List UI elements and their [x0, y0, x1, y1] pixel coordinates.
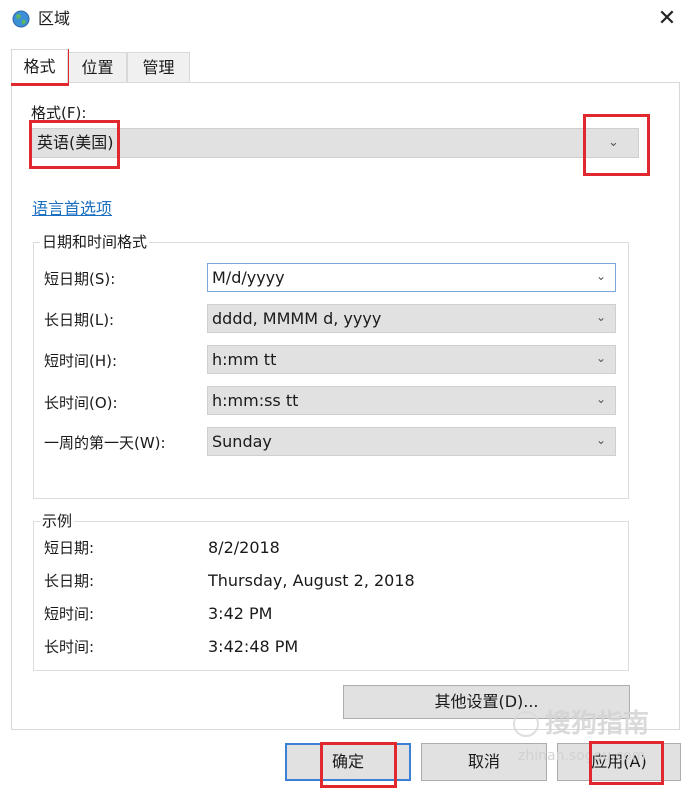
globe-icon	[11, 9, 31, 29]
short-time-label: 短时间(H):	[44, 352, 118, 370]
example-long-time-label: 长时间:	[44, 638, 95, 656]
first-day-of-week-value: Sunday	[212, 432, 272, 451]
format-dropdown[interactable]	[31, 128, 639, 158]
tab-format[interactable]: 格式	[11, 49, 68, 83]
format-dropdown-value: 英语(美国)	[37, 133, 114, 152]
long-date-label: 长日期(L):	[44, 311, 115, 329]
example-long-date-label: 长日期:	[44, 572, 95, 590]
first-day-of-week-label: 一周的第一天(W):	[44, 434, 166, 452]
chevron-down-icon: ⌄	[596, 351, 607, 365]
title-bar	[0, 0, 691, 40]
watermark-url: zhinan.sogou.com	[518, 748, 646, 764]
short-time-value: h:mm tt	[212, 350, 277, 369]
examples-group	[33, 521, 629, 671]
long-date-value: dddd, MMMM d, yyyy	[212, 309, 382, 328]
date-time-format-group-title: 日期和时间格式	[40, 232, 150, 252]
example-short-time-label: 短时间:	[44, 605, 95, 623]
tab-administrative[interactable]: 管理	[127, 52, 190, 82]
chevron-down-icon: ⌄	[596, 269, 607, 283]
chevron-down-icon: ⌄	[596, 433, 607, 447]
long-time-value: h:mm:ss tt	[212, 391, 299, 410]
short-date-label: 短日期(S):	[44, 270, 116, 288]
long-time-label: 长时间(O):	[44, 394, 118, 412]
example-short-time-value: 3:42 PM	[208, 604, 273, 623]
chevron-down-icon: ⌄	[596, 392, 607, 406]
tab-location[interactable]: 位置	[68, 52, 127, 82]
short-date-value: M/d/yyyy	[212, 268, 285, 287]
example-long-time-value: 3:42:48 PM	[208, 637, 299, 656]
example-short-date-label: 短日期:	[44, 539, 95, 557]
ok-button[interactable]: 确定	[285, 743, 411, 781]
window-title: 区域	[38, 9, 71, 28]
chevron-down-icon: ⌄	[608, 135, 619, 150]
example-short-date-value: 8/2/2018	[208, 538, 280, 557]
watermark-text: 搜狗指南	[545, 709, 650, 739]
close-icon[interactable]: ✕	[652, 5, 682, 33]
chevron-down-icon: ⌄	[596, 310, 607, 324]
watermark-logo-icon	[513, 711, 539, 737]
language-preferences-link[interactable]: 语言首选项	[32, 199, 112, 219]
format-label: 格式(F):	[31, 104, 87, 122]
examples-group-title: 示例	[40, 511, 75, 531]
example-long-date-value: Thursday, August 2, 2018	[208, 571, 415, 590]
